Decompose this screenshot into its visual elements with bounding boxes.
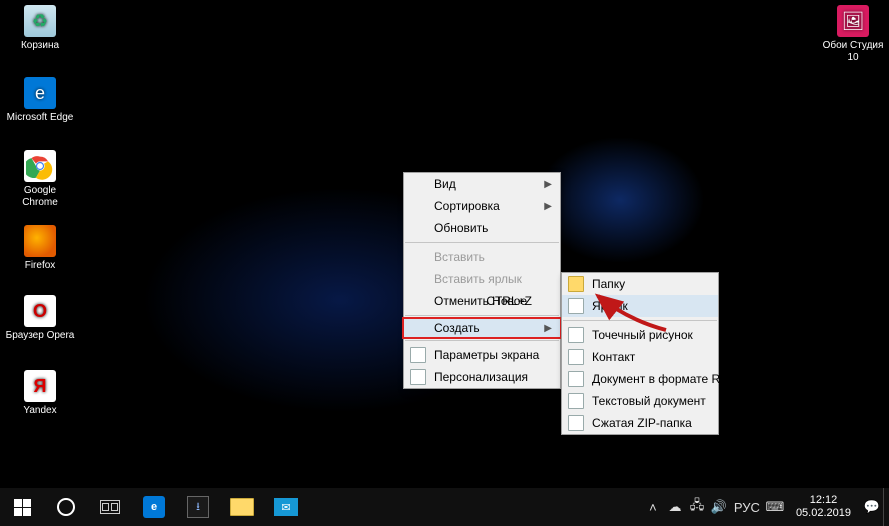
yandex-icon: Я <box>24 370 56 402</box>
menu-item-label: Параметры экрана <box>434 348 539 362</box>
menu-item-label: Контакт <box>592 350 635 364</box>
desktop-icon-label: Корзина <box>5 40 75 52</box>
ctx-item-5: Вставить ярлык <box>404 268 560 290</box>
menu-separator <box>563 320 717 321</box>
monitor-icon <box>410 347 426 363</box>
ctx-item-11[interactable]: Персонализация <box>404 366 560 388</box>
desktop-icon-label: Браузер Opera <box>5 330 75 342</box>
desktop-icon-opera[interactable]: O Браузер Opera <box>5 295 75 342</box>
menu-item-label: Вставить <box>434 250 485 264</box>
submenu-arrow-icon: ▶ <box>544 323 552 334</box>
ctx-item-6[interactable]: Отменить НовоеCTRL+Z <box>404 290 560 312</box>
file-icon <box>568 371 584 387</box>
tray-network-icon[interactable]: 🖧 <box>686 488 708 526</box>
edge-icon: e <box>24 77 56 109</box>
menu-item-label: Вид <box>434 177 456 191</box>
desktop-icon-label: Google Chrome <box>5 185 75 209</box>
subctx-item-5[interactable]: Документ в формате RTF <box>562 368 718 390</box>
menu-item-label: Создать <box>434 321 480 335</box>
tray-input-icon[interactable]: ⌨ <box>764 488 786 526</box>
menu-separator <box>405 242 559 243</box>
chrome-icon <box>24 150 56 182</box>
system-tray: ˄ ☁ 🖧 🔊 РУС ⌨ 12:12 05.02.2019 💬 <box>642 488 889 526</box>
taskbar-explorer[interactable] <box>220 488 264 526</box>
menu-item-label: Документ в формате RTF <box>592 372 735 386</box>
start-button[interactable] <box>0 488 44 526</box>
desktop-context-menu: Вид ▶ Сортировка ▶ Обновить Вставить Вставить … <box>403 172 561 389</box>
tray-notifications-icon[interactable]: 💬 <box>861 488 883 526</box>
tray-chevron-up-icon[interactable]: ˄ <box>642 488 664 526</box>
menu-item-label: Сортировка <box>434 199 500 213</box>
ctx-item-10[interactable]: Параметры экрана <box>404 344 560 366</box>
desktop-icon-yandex[interactable]: Я Yandex <box>5 370 75 417</box>
menu-separator <box>405 315 559 316</box>
cortana-button[interactable] <box>44 488 88 526</box>
tray-onedrive-icon[interactable]: ☁ <box>664 488 686 526</box>
taskbar: e ⭳ ✉ ˄ ☁ 🖧 🔊 РУС ⌨ 12:12 05.02.2019 💬 <box>0 488 889 526</box>
subctx-item-4[interactable]: Контакт <box>562 346 718 368</box>
desktop-icon-chrome[interactable]: Google Chrome <box>5 150 75 209</box>
menu-item-label: Папку <box>592 277 625 291</box>
menu-item-label: Точечный рисунок <box>592 328 693 342</box>
folder-icon <box>568 276 584 292</box>
submenu-arrow-icon: ▶ <box>544 179 552 190</box>
subctx-item-0[interactable]: Папку <box>562 273 718 295</box>
menu-item-label: Персонализация <box>434 370 528 384</box>
desktop-icon-label: Обои Студия 10 <box>818 40 888 64</box>
desktop-icon-recycle[interactable]: ♻ Корзина <box>5 5 75 52</box>
desktop-icon-label: Yandex <box>5 405 75 417</box>
tray-language-indicator[interactable]: РУС <box>730 488 764 526</box>
desktop-icon-edge[interactable]: e Microsoft Edge <box>5 77 75 124</box>
submenu-arrow-icon: ▶ <box>544 201 552 212</box>
recycle-icon: ♻ <box>24 5 56 37</box>
desktop-icon-firefox[interactable]: Firefox <box>5 225 75 272</box>
desktop-icon-label: Firefox <box>5 260 75 272</box>
context-submenu-create: Папку Ярлык Точечный рисунок Контакт Докумен… <box>561 272 719 435</box>
ctx-item-2[interactable]: Обновить <box>404 217 560 239</box>
ctx-item-1[interactable]: Сортировка ▶ <box>404 195 560 217</box>
file-icon <box>568 349 584 365</box>
menu-item-shortcut: CTRL+Z <box>486 294 532 308</box>
personalize-icon <box>410 369 426 385</box>
desktop-icon-oboi[interactable]: 🖼 Обои Студия 10 <box>818 5 888 64</box>
taskbar-store[interactable]: ⭳ <box>176 488 220 526</box>
shortcut-icon <box>568 298 584 314</box>
taskbar-clock[interactable]: 12:12 05.02.2019 <box>786 494 861 520</box>
show-desktop-button[interactable] <box>883 488 889 526</box>
ctx-item-4: Вставить <box>404 246 560 268</box>
ctx-item-0[interactable]: Вид ▶ <box>404 173 560 195</box>
taskbar-edge[interactable]: e <box>132 488 176 526</box>
menu-item-label: Ярлык <box>592 299 628 313</box>
clock-date: 05.02.2019 <box>796 507 851 520</box>
subctx-item-3[interactable]: Точечный рисунок <box>562 324 718 346</box>
menu-item-label: Обновить <box>434 221 488 235</box>
file-icon <box>568 327 584 343</box>
subctx-item-7[interactable]: Сжатая ZIP-папка <box>562 412 718 434</box>
desktop-icon-label: Microsoft Edge <box>5 112 75 124</box>
oboi-icon: 🖼 <box>837 5 869 37</box>
file-icon <box>568 415 584 431</box>
subctx-item-6[interactable]: Текстовый документ <box>562 390 718 412</box>
menu-item-label: Сжатая ZIP-папка <box>592 416 692 430</box>
ctx-item-8[interactable]: Создать ▶ <box>402 317 562 339</box>
menu-separator <box>405 340 559 341</box>
menu-item-label: Вставить ярлык <box>434 272 522 286</box>
file-icon <box>568 393 584 409</box>
menu-item-label: Текстовый документ <box>592 394 706 408</box>
opera-icon: O <box>24 295 56 327</box>
taskbar-mail[interactable]: ✉ <box>264 488 308 526</box>
subctx-item-1[interactable]: Ярлык <box>562 295 718 317</box>
task-view-button[interactable] <box>88 488 132 526</box>
tray-volume-icon[interactable]: 🔊 <box>708 488 730 526</box>
firefox-icon <box>24 225 56 257</box>
clock-time: 12:12 <box>796 494 851 507</box>
